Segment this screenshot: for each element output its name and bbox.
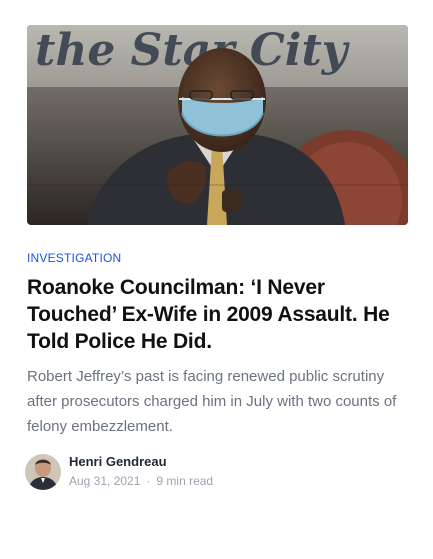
article-hero-image[interactable]: the Star City <box>27 25 408 225</box>
article-headline[interactable]: Roanoke Councilman: ‘I Never Touched’ Ex… <box>27 274 419 355</box>
author-name[interactable]: Henri Gendreau <box>69 453 213 470</box>
article-card[interactable]: the Star City INVESTIGATION Roanoke Coun… <box>0 0 433 559</box>
category-link[interactable]: INVESTIGATION <box>27 251 121 265</box>
byline: Henri Gendreau Aug 31, 2021 · 9 min read <box>25 453 213 490</box>
article-meta: Aug 31, 2021 · 9 min read <box>69 472 213 490</box>
publish-date: Aug 31, 2021 <box>69 474 141 488</box>
author-avatar[interactable] <box>25 453 61 490</box>
read-time: 9 min read <box>156 474 214 488</box>
byline-text: Henri Gendreau Aug 31, 2021 · 9 min read <box>69 453 213 490</box>
meta-separator: · <box>146 474 151 488</box>
article-dek: Robert Jeffrey’s past is facing renewed … <box>27 368 397 435</box>
